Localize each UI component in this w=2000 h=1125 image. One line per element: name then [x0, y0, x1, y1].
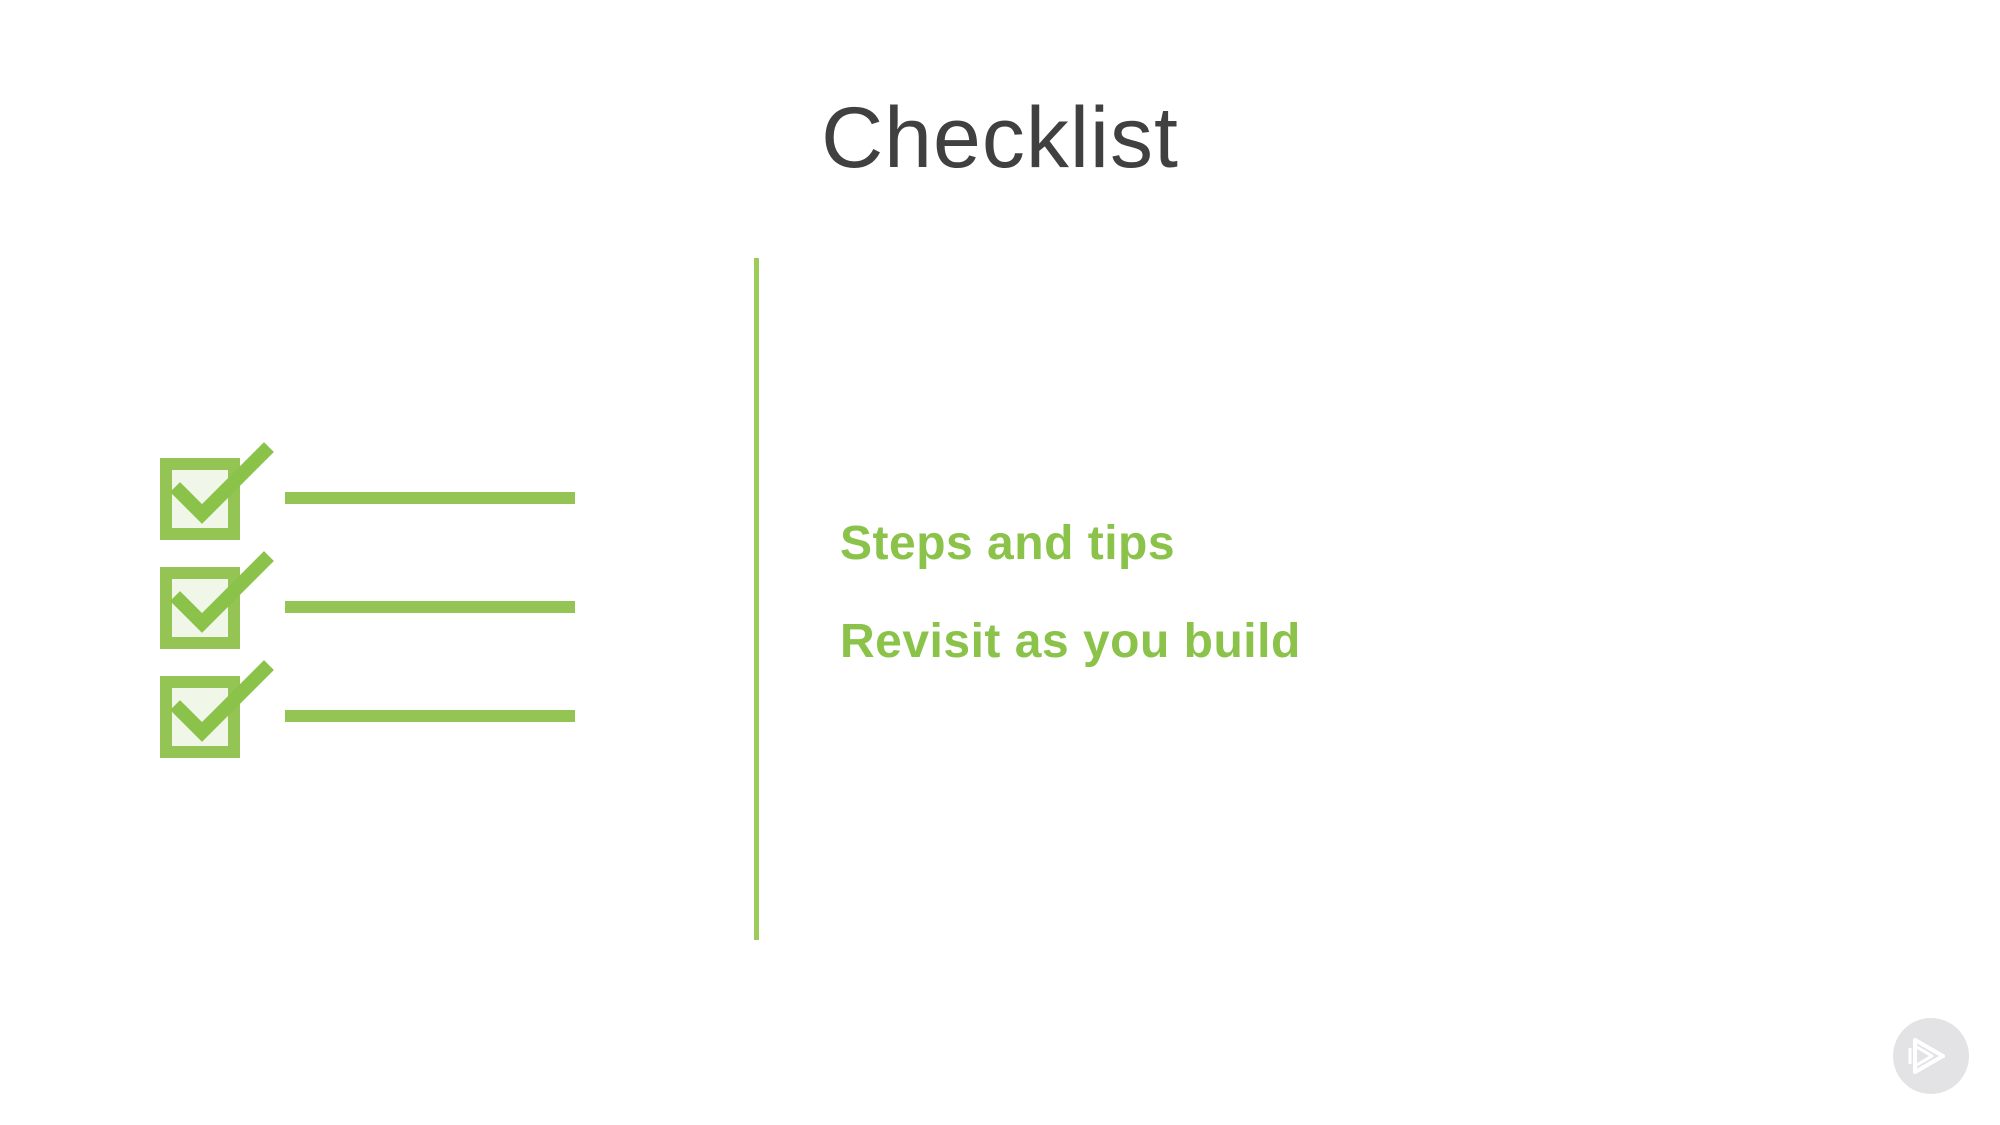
checkbox-row-3 — [160, 660, 575, 758]
bullet-points: Steps and tips Revisit as you build — [840, 516, 1840, 712]
checkbox-row-1 — [160, 442, 575, 540]
checklist-icon — [160, 442, 575, 758]
checkbox-row-2 — [160, 551, 575, 649]
slide-title: Checklist — [821, 90, 1179, 186]
point-revisit: Revisit as you build — [840, 615, 1301, 668]
vertical-divider — [754, 258, 759, 940]
slide: Checklist Steps and tips Revisit as you … — [0, 0, 2000, 1125]
play-logo-icon — [1893, 1018, 1969, 1094]
point-steps-and-tips: Steps and tips — [840, 517, 1176, 570]
